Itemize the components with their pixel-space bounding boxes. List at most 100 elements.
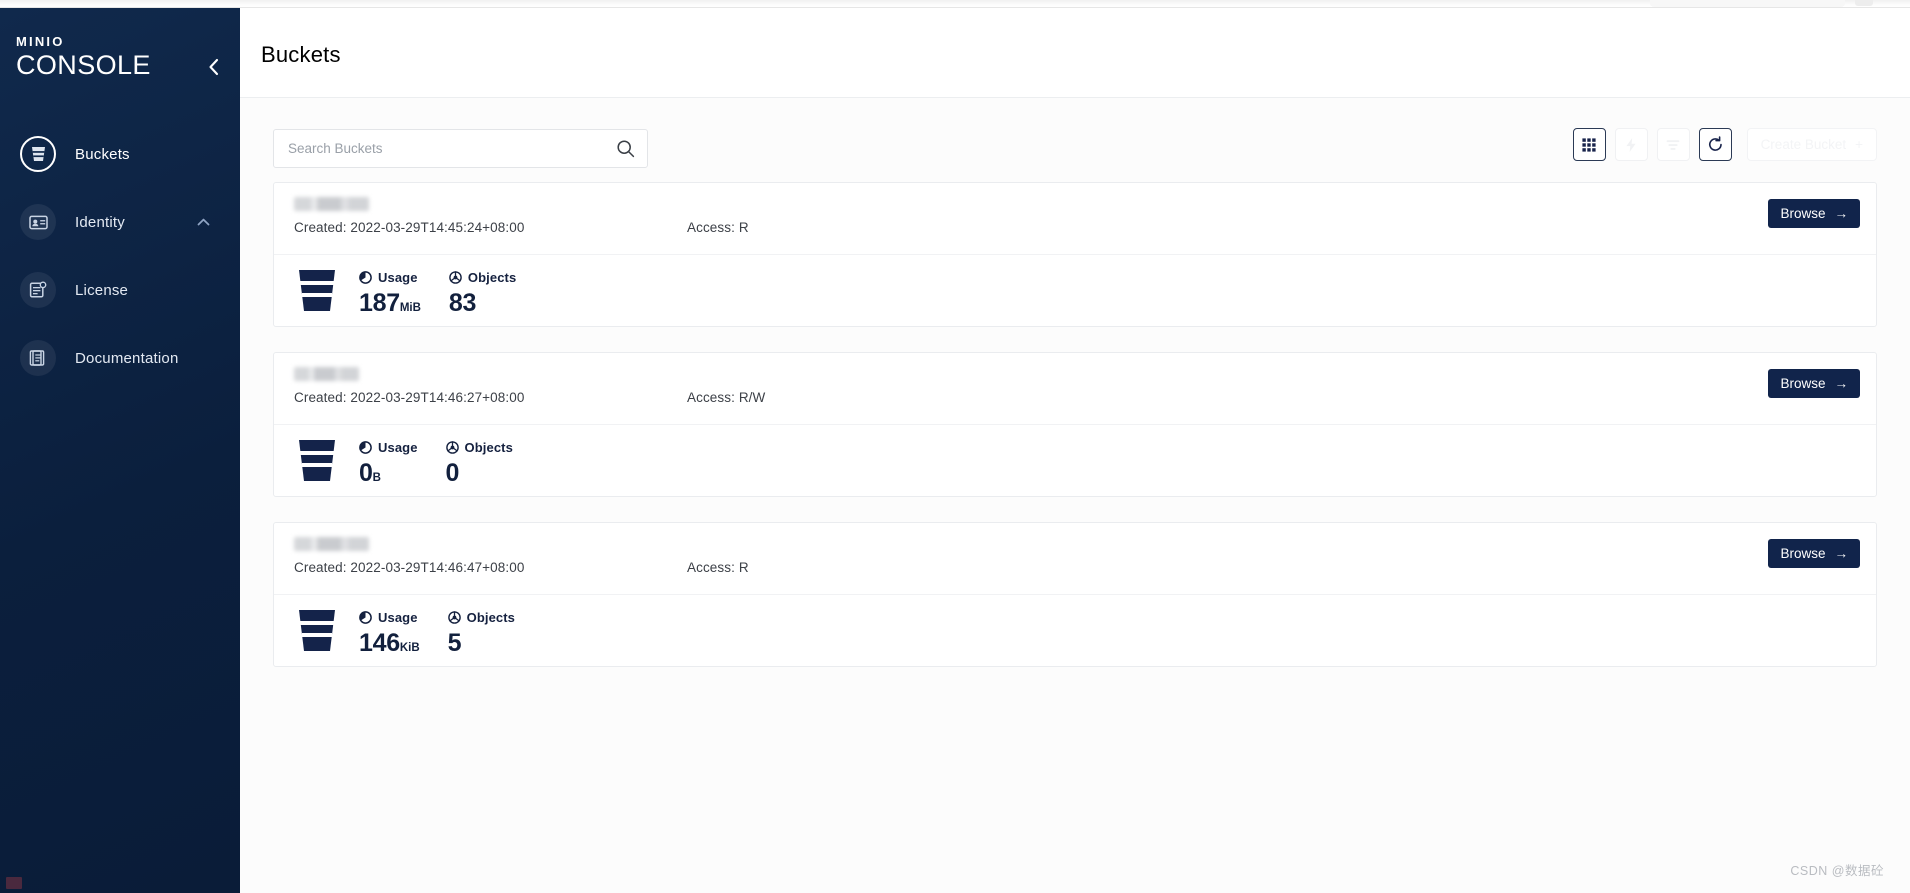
bucket-card-header: Created: 2022-03-29T14:45:24+08:00 Acces… <box>274 183 1876 255</box>
usage-value-row: 0B <box>359 459 418 493</box>
usage-metric-label-row: Usage <box>359 610 420 625</box>
usage-metric-label-row: Usage <box>359 270 421 285</box>
search-input[interactable] <box>288 141 616 156</box>
sidebar: MINIO CONSOLE Buckets Identity License D… <box>0 8 240 893</box>
bucket-card-metrics: Usage 187MiB Objects 83 <box>274 255 1876 327</box>
bucket-glyph-icon <box>297 438 337 488</box>
usage-label: Usage <box>378 440 418 455</box>
usage-metric: Usage 146KiB <box>359 610 420 663</box>
page-header: Buckets <box>240 8 1910 98</box>
browser-window-control[interactable] <box>1855 0 1873 6</box>
objects-label: Objects <box>464 440 513 455</box>
logo-minio-text: MINIO <box>16 34 65 49</box>
objects-value: 0 <box>445 459 460 487</box>
usage-metric: Usage 187MiB <box>359 270 421 323</box>
sidebar-item-license[interactable]: License <box>0 256 240 324</box>
sidebar-collapse-button[interactable] <box>200 54 226 80</box>
arrow-right-icon: → <box>1834 206 1849 221</box>
browse-button[interactable]: Browse → <box>1768 199 1860 228</box>
sidebar-item-label-identity: Identity <box>75 213 125 231</box>
usage-value: 187 <box>359 289 400 317</box>
browser-tab[interactable] <box>1650 0 1845 7</box>
objects-icon <box>449 271 462 284</box>
bucket-name-redacted <box>294 197 369 211</box>
create-bucket-button: Create Bucket + <box>1746 128 1877 161</box>
bucket-card-metrics: Usage 146KiB Objects 5 <box>274 595 1876 667</box>
plus-icon: + <box>1855 137 1863 152</box>
usage-value-row: 146KiB <box>359 629 420 663</box>
browse-button-label: Browse <box>1780 206 1826 221</box>
logo-console-text: CONSOLE <box>16 50 151 80</box>
tiles-view-button[interactable] <box>1572 128 1606 161</box>
sidebar-nav: Buckets Identity License Documentation <box>0 120 240 392</box>
sidebar-item-identity[interactable]: Identity <box>0 188 240 256</box>
main-content: Buckets Search Buckets Create Bucket + C… <box>240 8 1910 893</box>
objects-metric: Objects 0 <box>446 440 513 493</box>
app-root: MINIO CONSOLE Buckets Identity License D… <box>0 0 1910 893</box>
bucket-card[interactable]: Created: 2022-03-29T14:45:24+08:00 Acces… <box>273 182 1877 327</box>
usage-value: 0 <box>359 459 373 487</box>
browse-button-label: Browse <box>1780 376 1826 391</box>
objects-icon <box>447 611 461 624</box>
usage-pie-icon <box>359 271 372 284</box>
sidebar-item-label-documentation: Documentation <box>75 349 179 367</box>
browse-button[interactable]: Browse → <box>1768 539 1860 568</box>
refresh-button[interactable] <box>1698 128 1732 161</box>
license-badge-icon <box>20 272 56 308</box>
bucket-access-level: Access: R <box>687 220 749 235</box>
buckets-list: Created: 2022-03-29T14:45:24+08:00 Acces… <box>240 182 1910 667</box>
objects-value: 83 <box>448 289 477 317</box>
objects-metric-label-row: Objects <box>449 270 516 285</box>
usage-value: 146 <box>359 629 400 657</box>
bucket-created-date: Created: 2022-03-29T14:46:27+08:00 <box>294 390 525 405</box>
objects-metric: Objects 5 <box>448 610 515 663</box>
usage-unit: KiB <box>399 642 420 654</box>
toolbar-buttons: Create Bucket + <box>1572 128 1877 161</box>
usage-metric: Usage 0B <box>359 440 418 493</box>
objects-value-row: 0 <box>446 459 513 488</box>
chevron-up-icon[interactable] <box>197 213 210 231</box>
bucket-access-level: Access: R <box>687 560 749 575</box>
objects-label: Objects <box>466 610 516 625</box>
arrow-right-icon: → <box>1834 376 1849 391</box>
usage-value-row: 187MiB <box>359 289 421 323</box>
usage-unit: B <box>372 472 381 484</box>
bucket-access-level: Access: R/W <box>687 390 766 405</box>
search-icon[interactable] <box>616 139 635 158</box>
objects-value-row: 83 <box>449 289 516 318</box>
objects-metric-label-row: Objects <box>447 610 516 625</box>
objects-icon <box>445 441 459 454</box>
bucket-card-header: Created: 2022-03-29T14:46:47+08:00 Acces… <box>274 523 1876 595</box>
usage-label: Usage <box>378 270 418 285</box>
id-card-icon <box>20 204 56 240</box>
search-buckets-box[interactable] <box>273 129 648 168</box>
usage-unit: MiB <box>399 302 421 314</box>
lifecycle-button <box>1614 128 1648 161</box>
objects-metric: Objects 83 <box>449 270 516 323</box>
browse-button[interactable]: Browse → <box>1768 369 1860 398</box>
sidebar-item-documentation[interactable]: Documentation <box>0 324 240 392</box>
content-area: Create Bucket + Created: 2022-03-29T14:4… <box>240 98 1910 893</box>
bucket-glyph-icon <box>297 608 337 658</box>
usage-metric-label-row: Usage <box>359 440 418 455</box>
bucket-card[interactable]: Created: 2022-03-29T14:46:27+08:00 Acces… <box>273 352 1877 497</box>
create-bucket-label: Create Bucket <box>1760 137 1847 152</box>
page-title: Buckets <box>261 42 341 67</box>
bucket-created-date: Created: 2022-03-29T14:45:24+08:00 <box>294 220 525 235</box>
bucket-glyph-icon <box>297 268 337 318</box>
usage-pie-icon <box>359 611 372 624</box>
objects-value: 5 <box>447 629 462 657</box>
objects-label: Objects <box>467 270 517 285</box>
metrics-group: Usage 187MiB Objects 83 <box>359 270 516 323</box>
usage-label: Usage <box>378 610 418 625</box>
sidebar-item-buckets[interactable]: Buckets <box>0 120 240 188</box>
toolbar: Create Bucket + <box>240 98 1910 182</box>
metrics-group: Usage 0B Objects 0 <box>359 440 513 493</box>
sidebar-item-label-license: License <box>75 281 129 299</box>
minio-console-logo: MINIO CONSOLE <box>16 35 151 81</box>
browse-button-label: Browse <box>1780 546 1826 561</box>
bucket-created-date: Created: 2022-03-29T14:46:47+08:00 <box>294 560 525 575</box>
bucket-card[interactable]: Created: 2022-03-29T14:46:47+08:00 Acces… <box>273 522 1877 667</box>
bucket-name-redacted <box>294 367 359 381</box>
csdn-watermark: CSDN @数据砼 <box>1790 864 1884 878</box>
